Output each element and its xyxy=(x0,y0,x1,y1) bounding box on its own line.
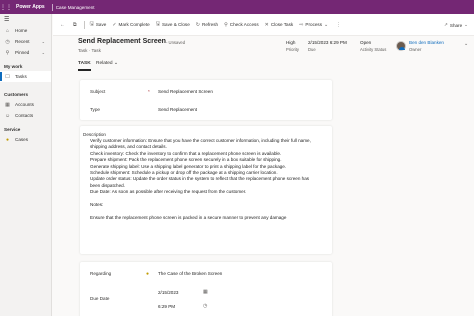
back-arrow-icon: ← xyxy=(60,21,65,28)
avatar xyxy=(396,41,406,51)
description-section: Description Verify customer information:… xyxy=(80,126,332,254)
tab-related[interactable]: Related ⌄ xyxy=(96,61,118,66)
lightbulb-icon: ● xyxy=(5,136,10,143)
sitemap-sidebar: ☰ ⌂ Home ◷ Recent ⌄ ⚲ Pinned ⌄ My work ☐… xyxy=(0,14,52,316)
share-button[interactable]: ↗ Share ⌄ xyxy=(444,14,470,36)
activity-status-field[interactable]: Open Activity Status xyxy=(360,40,386,52)
check-access-button[interactable]: ⚲ Check Access xyxy=(221,15,262,35)
open-new-window-button[interactable]: ⧉ xyxy=(70,15,82,35)
due-date-input[interactable]: 2/15/2023 xyxy=(158,290,178,295)
regarding-label: Regarding xyxy=(90,271,112,276)
sidebar-item-label: Tasks xyxy=(15,74,27,79)
back-button[interactable]: ← xyxy=(57,15,70,35)
chevron-down-icon: ⌄ xyxy=(41,50,45,55)
app-name[interactable]: Power Apps xyxy=(12,4,49,10)
chevron-down-icon: ⌄ xyxy=(113,61,118,66)
person-icon: ☺ xyxy=(4,112,11,119)
tab-task[interactable]: TASK xyxy=(78,61,91,71)
more-icon: ⋮ xyxy=(336,21,342,28)
owner-field[interactable]: Ben den Blanken Owner xyxy=(409,40,444,52)
sidebar-section-mywork: My work xyxy=(4,64,23,69)
check-access-icon: ⚲ xyxy=(224,21,228,28)
share-icon: ↗ xyxy=(444,22,448,27)
waffle-icon[interactable]: ⋮⋮ xyxy=(0,0,12,14)
save-status: - Unsaved xyxy=(166,40,186,45)
save-close-button[interactable]: 🖫 Save & Close xyxy=(153,15,193,35)
sidebar-item-contacts[interactable]: ☺ Contacts xyxy=(0,110,51,121)
description-text[interactable]: Verify customer information: Ensure that… xyxy=(90,138,314,221)
description-label: Description xyxy=(83,132,106,137)
home-icon: ⌂ xyxy=(5,27,10,34)
type-select[interactable]: Send Replacement xyxy=(158,107,197,112)
sidebar-item-label: Cases xyxy=(15,137,29,142)
type-label: Type xyxy=(90,107,100,112)
hamburger-icon[interactable]: ☰ xyxy=(0,14,51,25)
general-section: Subject * Send Replacement Screen Type S… xyxy=(80,80,332,120)
sidebar-item-label: Home xyxy=(15,28,28,33)
subject-label: Subject xyxy=(90,89,106,94)
save-button[interactable]: 🖫 Save xyxy=(87,15,110,35)
mark-complete-button[interactable]: ✓ Mark Complete xyxy=(109,15,152,35)
save-icon: 🖫 xyxy=(89,20,94,27)
page-title: Send Replacement Screen xyxy=(78,38,166,45)
due-field[interactable]: 2/15/2023 6:29 PM Due xyxy=(308,40,347,52)
sidebar-item-cases[interactable]: ● Cases xyxy=(0,134,51,145)
sidebar-item-label: Accounts xyxy=(15,102,34,107)
process-icon: ⇨ xyxy=(299,21,304,28)
sidebar-item-home[interactable]: ⌂ Home xyxy=(0,25,51,36)
subject-input[interactable]: Send Replacement Screen xyxy=(158,89,213,94)
chevron-down-icon: ⌄ xyxy=(464,22,468,27)
chevron-down-icon[interactable]: ⌄ xyxy=(464,41,468,47)
refresh-icon: ↻ xyxy=(195,21,200,28)
clock-icon[interactable]: ◷ xyxy=(203,303,207,309)
chevron-down-icon: ⌄ xyxy=(324,21,329,28)
regarding-lookup-link[interactable]: The Case of the Broken Screen xyxy=(158,271,222,276)
area-name: Case Management xyxy=(55,4,95,10)
sidebar-item-label: Pinned xyxy=(15,50,30,55)
lightbulb-icon: ● xyxy=(146,271,150,277)
required-indicator: * xyxy=(148,89,150,94)
header-divider xyxy=(51,3,53,11)
refresh-button[interactable]: ↻ Refresh xyxy=(193,15,221,35)
record-header: Send Replacement Screen - Unsaved Task ·… xyxy=(78,38,474,58)
sidebar-item-label: Contacts xyxy=(15,113,34,118)
details-section: Regarding ● The Case of the Broken Scree… xyxy=(80,262,332,316)
close-icon: ✕ xyxy=(264,21,269,28)
sidebar-section-customers: Customers xyxy=(4,92,28,97)
sidebar-item-label: Recent xyxy=(15,39,30,44)
pin-icon: ⚲ xyxy=(5,49,10,56)
due-date-label: Due Date xyxy=(90,296,110,301)
clock-icon: ◷ xyxy=(5,38,10,45)
tasks-icon: ☐ xyxy=(5,73,10,80)
sidebar-item-accounts[interactable]: ▦ Accounts xyxy=(0,99,51,110)
sidebar-item-tasks[interactable]: ☐ Tasks xyxy=(0,71,51,82)
chevron-down-icon: ⌄ xyxy=(41,39,45,44)
save-icon: 🖫 xyxy=(155,20,160,27)
process-button[interactable]: ⇨ Process ⌄ xyxy=(296,15,333,35)
sidebar-section-service: Service xyxy=(4,127,21,132)
sidebar-item-recent[interactable]: ◷ Recent ⌄ xyxy=(0,36,51,47)
more-commands-button[interactable]: ⋮ xyxy=(333,15,346,35)
sidebar-item-pinned[interactable]: ⚲ Pinned ⌄ xyxy=(0,47,51,58)
popout-icon: ⧉ xyxy=(73,21,77,28)
calendar-icon[interactable]: ▦ xyxy=(203,289,208,295)
building-icon: ▦ xyxy=(5,101,10,108)
form-tabs: TASK Related ⌄ xyxy=(78,60,474,72)
checkmark-icon: ✓ xyxy=(112,21,117,28)
close-task-button[interactable]: ✕ Close Task xyxy=(262,15,297,35)
app-header: ⋮⋮ Power Apps Case Management xyxy=(0,0,474,14)
due-time-input[interactable]: 6:29 PM xyxy=(158,304,175,309)
command-bar: ← ⧉ 🖫 Save ✓ Mark Complete 🖫 Save & Close ↻… xyxy=(53,14,474,36)
entity-subtitle: Task · Task xyxy=(78,48,101,53)
divider xyxy=(83,20,85,29)
priority-field[interactable]: High Priority xyxy=(286,40,299,52)
